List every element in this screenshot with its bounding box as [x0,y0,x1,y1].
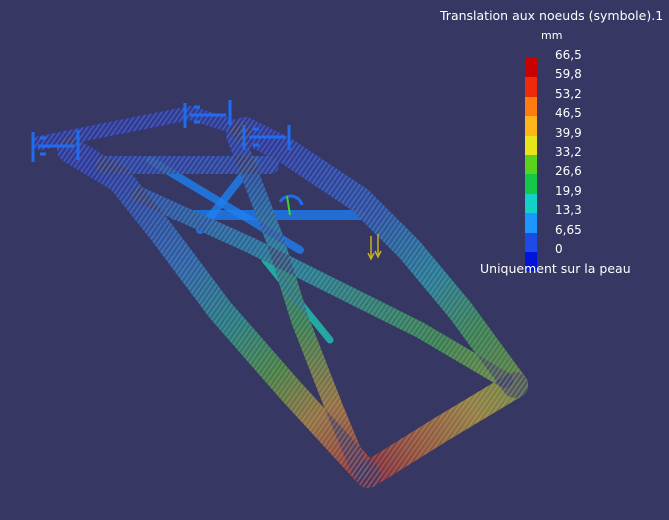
legend-unit: mm [541,29,563,42]
legend-swatch [525,213,537,233]
legend-swatch [525,58,537,78]
legend-title: Translation aux noeuds (symbole).1 [440,8,664,23]
legend-tick-label: 53,2 [555,86,582,101]
legend-tick-label: 6,65 [555,222,582,237]
legend-swatch [525,135,537,155]
legend-tick-label: 39,9 [555,125,582,140]
legend-swatch [525,174,537,194]
legend-tick-label: 59,8 [555,67,582,82]
legend-tick-label: 33,2 [555,145,582,159]
legend-swatch [525,232,537,252]
legend-swatch [525,116,537,136]
legend-colorbar[interactable] [525,58,537,272]
legend-note: Uniquement sur la peau [480,261,631,276]
legend-tick-label: 46,5 [555,106,582,121]
load-symbol-icon[interactable] [367,234,382,261]
legend-tick-label: 0 [555,242,563,256]
legend-tick-label: 13,3 [555,203,582,218]
legend-tick-label: 26,6 [555,164,582,179]
legend-tick-label: 19,9 [555,183,582,198]
legend-swatch [525,96,537,117]
legend-swatch [525,154,537,175]
deformed-frame [33,106,528,488]
legend-swatch [525,77,537,97]
legend-tick-label: 66,5 [555,48,582,62]
legend-swatch [525,193,537,214]
